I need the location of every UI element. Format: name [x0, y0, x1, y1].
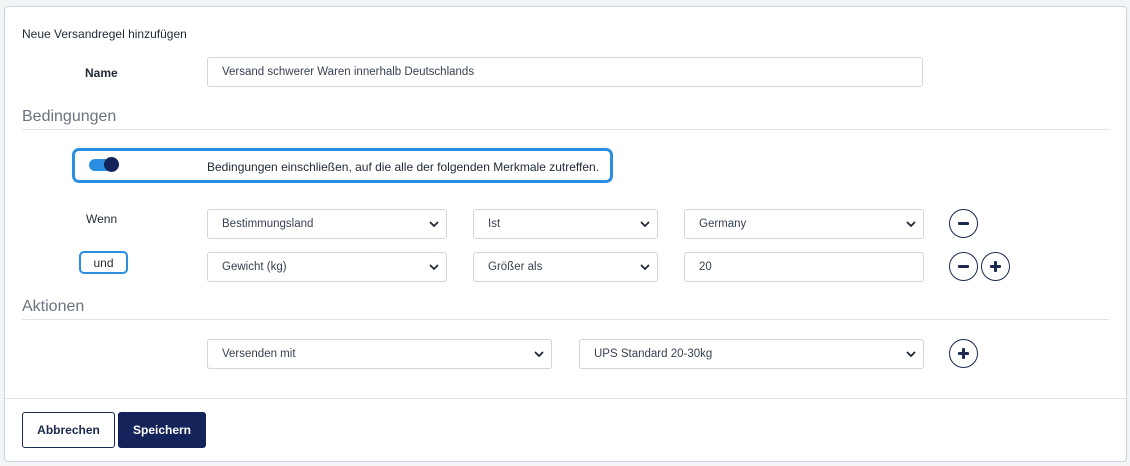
- plus-circle-icon: [958, 348, 969, 359]
- condition-value-text: 20: [699, 261, 712, 273]
- actions-title: Aktionen: [22, 298, 85, 315]
- remove-condition-button[interactable]: [949, 252, 978, 281]
- chevron-down-icon: [639, 261, 651, 273]
- condition-attribute-value: Gewicht (kg): [222, 261, 287, 273]
- minus-circle-icon: [958, 265, 969, 268]
- conditions-toggle-switch[interactable]: [89, 157, 119, 172]
- condition-value-select[interactable]: Germany: [684, 209, 924, 239]
- condition-prefix-wenn: Wenn: [86, 212, 118, 226]
- chevron-down-icon: [905, 218, 917, 230]
- condition-attribute-select[interactable]: Gewicht (kg): [207, 252, 447, 282]
- plus-circle-icon: [990, 261, 1001, 272]
- chevron-down-icon: [428, 218, 440, 230]
- condition-operator-value: Ist: [488, 218, 501, 230]
- conditions-divider: [22, 129, 1109, 130]
- conditions-toggle-text: Bedingungen einschließen, auf die alle d…: [207, 160, 600, 174]
- footer-divider: [5, 398, 1126, 399]
- condition-attribute-select[interactable]: Bestimmungsland: [207, 209, 447, 239]
- action-value-value: UPS Standard 20-30kg: [594, 348, 713, 360]
- chevron-down-icon: [639, 218, 651, 230]
- add-condition-button[interactable]: [981, 252, 1010, 281]
- name-input[interactable]: Versand schwerer Waren innerhalb Deutsch…: [207, 57, 923, 87]
- action-type-select[interactable]: Versenden mit: [207, 339, 552, 369]
- condition-operator-select[interactable]: Größer als: [473, 252, 658, 282]
- name-label: Name: [85, 66, 118, 80]
- condition-operator-select[interactable]: Ist: [473, 209, 658, 239]
- name-input-value: Versand schwerer Waren innerhalb Deutsch…: [222, 66, 475, 78]
- condition-value-value: Germany: [699, 218, 747, 230]
- dialog-title: Neue Versandregel hinzufügen: [22, 27, 187, 41]
- actions-divider: [22, 319, 1109, 320]
- remove-condition-button[interactable]: [949, 209, 978, 238]
- shipping-rule-dialog: Neue Versandregel hinzufügen Name Versan…: [4, 6, 1127, 462]
- toggle-knob: [104, 157, 119, 172]
- condition-operator-value: Größer als: [488, 261, 543, 273]
- save-button[interactable]: Speichern: [118, 412, 206, 448]
- cancel-button[interactable]: Abbrechen: [22, 412, 115, 448]
- conditions-title: Bedingungen: [22, 108, 117, 125]
- minus-circle-icon: [958, 222, 969, 225]
- condition-value-input[interactable]: 20: [684, 252, 924, 282]
- add-action-button[interactable]: [949, 339, 978, 368]
- action-value-select[interactable]: UPS Standard 20-30kg: [579, 339, 924, 369]
- conditions-toggle-box: Bedingungen einschließen, auf die alle d…: [72, 148, 613, 183]
- chevron-down-icon: [428, 261, 440, 273]
- chevron-down-icon: [533, 348, 545, 360]
- condition-prefix-und[interactable]: und: [79, 251, 128, 274]
- action-type-value: Versenden mit: [222, 348, 296, 360]
- condition-attribute-value: Bestimmungsland: [222, 218, 314, 230]
- condition-prefix-und-label: und: [93, 255, 114, 270]
- chevron-down-icon: [905, 348, 917, 360]
